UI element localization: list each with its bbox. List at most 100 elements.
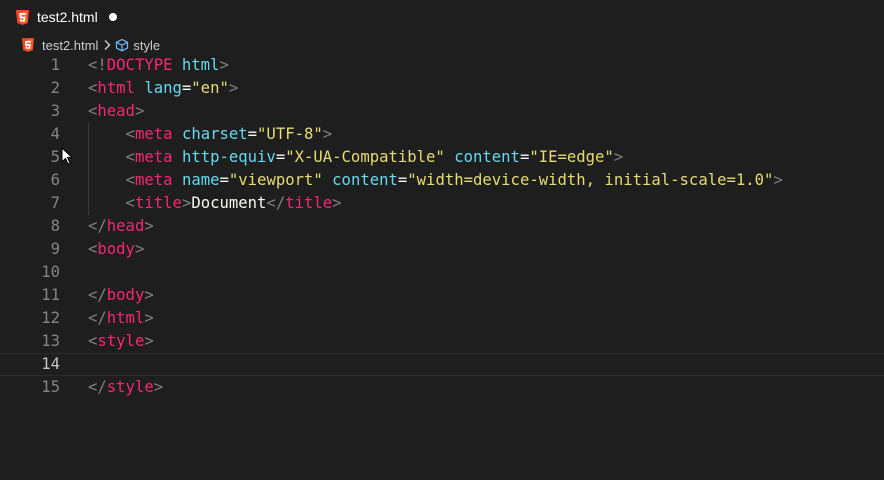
code-text: <meta http-equiv="X-UA-Compatible" conte… <box>88 146 624 169</box>
editor-tab[interactable]: test2.html <box>8 5 117 29</box>
code-token: = <box>275 148 286 166</box>
code-line[interactable]: 3 <head> <box>0 100 884 123</box>
code-token: < <box>88 240 98 258</box>
editor-tab-bar: test2.html <box>0 0 884 33</box>
code-token: head <box>106 217 145 235</box>
code-line[interactable]: 9 <body> <box>0 238 884 261</box>
line-number: 12 <box>41 309 60 327</box>
code-token: > <box>332 194 342 212</box>
breadcrumb-file[interactable]: test2.html <box>42 38 98 53</box>
code-token: </ <box>266 194 286 212</box>
code-line[interactable]: 13 <style> <box>0 330 884 353</box>
code-line[interactable]: 14 <box>0 353 884 376</box>
line-number: 9 <box>50 240 60 258</box>
code-token: "IE=edge" <box>529 148 614 166</box>
line-number: 15 <box>41 378 60 396</box>
code-line[interactable]: 12 </html> <box>0 307 884 330</box>
code-token: charset <box>181 125 248 143</box>
code-token: = <box>247 125 258 143</box>
code-line[interactable]: 2 <html lang="en"> <box>0 77 884 100</box>
line-number: 7 <box>50 194 60 212</box>
code-editor[interactable]: 1 <!DOCTYPE html> 2 <html lang="en"> 3 <head>… <box>0 54 884 399</box>
code-token: = <box>519 148 530 166</box>
code-text: <meta name="viewport" content="width=dev… <box>88 169 783 192</box>
code-token: = <box>181 79 192 97</box>
code-token: < <box>125 148 135 166</box>
code-line[interactable]: 10 <box>0 261 884 284</box>
code-line[interactable]: 8 </head> <box>0 215 884 238</box>
code-token: meta <box>134 125 173 143</box>
code-text: </head> <box>88 215 154 238</box>
code-line[interactable]: 1 <!DOCTYPE html> <box>0 54 884 77</box>
tab-filename: test2.html <box>37 9 98 25</box>
breadcrumb-symbol[interactable]: style <box>133 38 160 53</box>
line-number: 13 <box>41 332 60 350</box>
code-text: <meta charset="UTF-8"> <box>88 123 333 146</box>
line-number: 10 <box>41 263 60 281</box>
code-token: http-equiv <box>181 148 276 166</box>
code-text: <html lang="en"> <box>88 77 238 100</box>
code-token: > <box>181 194 192 212</box>
code-line[interactable]: 4 <meta charset="UTF-8"> <box>0 123 884 146</box>
code-text: <body> <box>88 238 144 261</box>
code-token: head <box>97 102 135 120</box>
mouse-pointer-icon <box>61 147 73 165</box>
code-token: < <box>88 102 98 120</box>
code-token: name <box>181 171 220 189</box>
code-token: "X-UA-Compatible" <box>285 148 445 166</box>
code-line[interactable]: 5 <meta http-equiv="X-UA-Compatible" cont… <box>0 146 884 169</box>
line-number: 4 <box>50 125 60 143</box>
code-token: "width=device-width, initial-scale=1.0" <box>407 171 774 189</box>
code-token: content <box>332 171 398 189</box>
code-token: </ <box>88 286 107 304</box>
code-token: style <box>97 332 145 350</box>
line-number: 11 <box>41 286 60 304</box>
code-text: </html> <box>88 307 154 330</box>
code-token: body <box>97 240 135 258</box>
line-number: 14 <box>41 355 60 373</box>
code-token: > <box>613 148 624 166</box>
code-token: = <box>219 171 229 189</box>
code-token: </ <box>88 217 107 235</box>
line-number: 3 <box>50 102 60 120</box>
code-token: style <box>106 378 154 396</box>
unsaved-dot-icon[interactable] <box>108 13 117 21</box>
code-text: <!DOCTYPE html> <box>88 54 229 77</box>
code-token: Document <box>191 194 267 212</box>
code-line[interactable]: 15 </style> <box>0 376 884 399</box>
code-token: DOCTYPE <box>106 56 173 74</box>
code-line[interactable]: 6 <meta name="viewport" content="width=de… <box>0 169 884 192</box>
line-number: 2 <box>50 79 60 97</box>
html5-icon <box>22 38 34 52</box>
code-line[interactable]: 7 <title>Document</title> <box>0 192 884 215</box>
code-token: <! <box>88 56 107 74</box>
code-token: > <box>322 125 333 143</box>
code-token: = <box>397 171 408 189</box>
code-token: < <box>88 332 98 350</box>
code-token: < <box>125 125 135 143</box>
code-token: < <box>125 194 135 212</box>
code-token: > <box>134 102 145 120</box>
code-text: </body> <box>88 284 154 307</box>
code-token: < <box>88 79 98 97</box>
code-token: > <box>144 309 154 327</box>
indent-guide <box>88 123 89 215</box>
code-token: title <box>134 194 182 212</box>
code-token: </ <box>88 378 107 396</box>
code-token: meta <box>134 171 173 189</box>
code-token: meta <box>134 148 173 166</box>
code-token: html <box>181 56 220 74</box>
code-token: "en" <box>191 79 229 97</box>
code-token: > <box>773 171 783 189</box>
code-line[interactable]: 11 </body> <box>0 284 884 307</box>
code-token: > <box>144 286 154 304</box>
code-token: html <box>97 79 135 97</box>
line-number: 8 <box>50 217 60 235</box>
code-token: "viewport" <box>228 171 323 189</box>
code-token: > <box>219 56 229 74</box>
code-token: </ <box>88 309 107 327</box>
